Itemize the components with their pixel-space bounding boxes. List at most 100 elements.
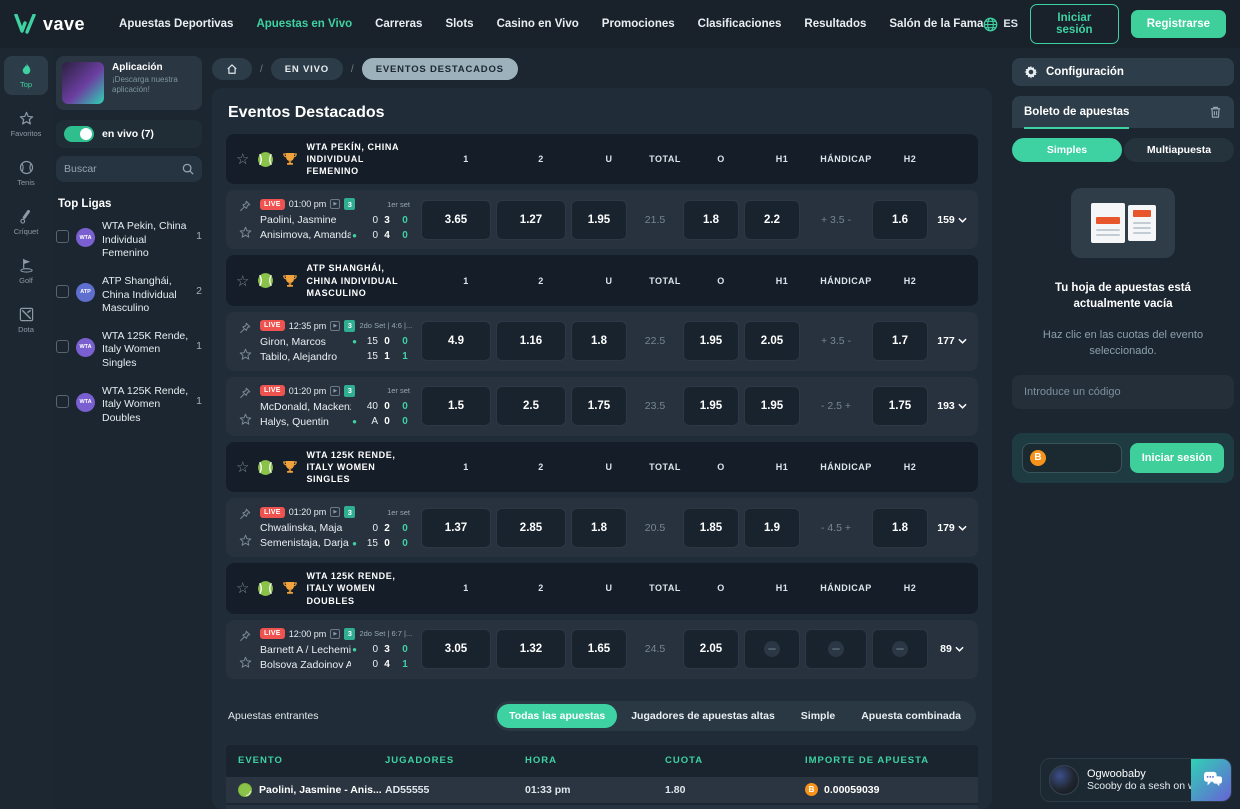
odds-h2[interactable]: 1.8 [872, 508, 928, 548]
league-checkbox[interactable] [56, 395, 69, 408]
pin-icon[interactable] [239, 200, 251, 212]
rail-item-tenis[interactable]: Tenis [4, 154, 48, 193]
breadcrumb-home[interactable] [212, 58, 252, 80]
stream-icon[interactable]: ▶ [330, 629, 340, 639]
nav-carreras[interactable]: Carreras [375, 18, 422, 30]
odds-2[interactable]: 2.85 [496, 508, 566, 548]
odds-1[interactable]: 1.37 [421, 508, 491, 548]
rail-item-favoritos[interactable]: Favoritos [4, 105, 48, 144]
odds-over[interactable]: 1.95 [683, 386, 739, 426]
odds-h1[interactable]: 1.95 [744, 386, 800, 426]
more-markets[interactable]: 89 [933, 643, 971, 655]
nav-salon-de-la-fama[interactable]: Salón de la Fama [889, 18, 983, 30]
stream-icon[interactable]: ▶ [330, 321, 340, 331]
odds-under[interactable]: 1.65 [571, 629, 627, 669]
league-checkbox[interactable] [56, 230, 69, 243]
nav-slots[interactable]: Slots [445, 18, 473, 30]
live-toggle[interactable] [64, 126, 94, 142]
nav-casino-en-vivo[interactable]: Casino en Vivo [497, 18, 579, 30]
favorite-star-icon[interactable]: ☆ [236, 579, 249, 597]
table-row[interactable]: Paolini, Jasmine - Anis... AD55555 01:33… [226, 777, 978, 805]
odds-under[interactable]: 1.75 [571, 386, 627, 426]
league-item[interactable]: WTA WTA 125K Rende, Italy Women Doubles … [56, 385, 202, 426]
bitcoin-code-input[interactable]: B [1022, 443, 1122, 473]
favorite-star-icon[interactable] [239, 656, 252, 669]
nav-resultados[interactable]: Resultados [804, 18, 866, 30]
vave-logo[interactable]: vave [14, 14, 85, 35]
odds-2[interactable]: 1.27 [496, 200, 566, 240]
pin-icon[interactable] [239, 508, 251, 520]
more-markets[interactable]: 177 [933, 335, 971, 347]
table-row[interactable]: Paolini, Jasmine - Anis... Gettingitdone… [226, 805, 978, 809]
nav-apuestas-deportivas[interactable]: Apuestas Deportivas [119, 18, 233, 30]
odds-1[interactable]: 1.5 [421, 386, 491, 426]
pin-icon[interactable] [239, 387, 251, 399]
slip-login-button[interactable]: Iniciar sesión [1130, 443, 1224, 473]
register-button[interactable]: Registrarse [1131, 10, 1226, 38]
odds-under[interactable]: 1.8 [571, 321, 627, 361]
nav-clasificaciones[interactable]: Clasificaciones [698, 18, 782, 30]
open-chat-button[interactable] [1191, 758, 1232, 802]
tab-multiapuesta[interactable]: Multiapuesta [1124, 138, 1234, 162]
app-download-banner[interactable]: Aplicación ¡Descarga nuestra aplicación! [56, 56, 202, 110]
promo-code-input[interactable] [1012, 375, 1234, 409]
settings-row[interactable]: Configuración [1012, 58, 1234, 86]
odds-h1[interactable]: 2.2 [744, 200, 800, 240]
odds-h1[interactable]: 1.9 [744, 508, 800, 548]
tab-simples[interactable]: Simples [1012, 138, 1122, 162]
rail-item-dota[interactable]: Dota [4, 301, 48, 340]
league-item[interactable]: WTA WTA Pekin, China Individual Femenino… [56, 220, 202, 261]
odds-1[interactable]: 4.9 [421, 321, 491, 361]
odds-h2[interactable]: 1.7 [872, 321, 928, 361]
nav-promociones[interactable]: Promociones [602, 18, 675, 30]
tab-simple[interactable]: Simple [789, 704, 847, 728]
favorite-star-icon[interactable]: ☆ [236, 272, 249, 290]
favorite-star-icon[interactable] [239, 413, 252, 426]
rail-item-golf[interactable]: Golf [4, 252, 48, 291]
stream-icon[interactable]: ▶ [330, 386, 340, 396]
rail-item-criquet[interactable]: Críquet [4, 203, 48, 242]
more-markets[interactable]: 159 [933, 214, 971, 226]
odds-under[interactable]: 1.95 [571, 200, 627, 240]
odds-over[interactable]: 1.8 [683, 200, 739, 240]
odds-over[interactable]: 1.95 [683, 321, 739, 361]
odds-h1[interactable]: 2.05 [744, 321, 800, 361]
odds-2[interactable]: 2.5 [496, 386, 566, 426]
favorite-star-icon[interactable] [239, 348, 252, 361]
odds-1[interactable]: 3.65 [421, 200, 491, 240]
favorite-star-icon[interactable]: ☆ [236, 458, 249, 476]
language-selector[interactable]: ES [983, 17, 1018, 32]
league-checkbox[interactable] [56, 340, 69, 353]
chat-widget[interactable]: Ogwoobaby Scooby do a sesh on wil... [1040, 758, 1232, 802]
pin-icon[interactable] [239, 322, 251, 334]
live-toggle-row[interactable]: en vivo (7) [56, 120, 202, 148]
favorite-star-icon[interactable] [239, 534, 252, 547]
pin-icon[interactable] [239, 630, 251, 642]
tab-apuesta-combinada[interactable]: Apuesta combinada [849, 704, 973, 728]
odds-over[interactable]: 1.85 [683, 508, 739, 548]
odds-2[interactable]: 1.32 [496, 629, 566, 669]
more-markets[interactable]: 193 [933, 400, 971, 412]
league-item[interactable]: WTA WTA 125K Rende, Italy Women Singles … [56, 330, 202, 371]
login-button[interactable]: Iniciar sesión [1030, 4, 1119, 44]
odds-1[interactable]: 3.05 [421, 629, 491, 669]
odds-2[interactable]: 1.16 [496, 321, 566, 361]
nav-apuestas-en-vivo[interactable]: Apuestas en Vivo [256, 18, 352, 30]
breadcrumb-en-vivo[interactable]: EN VIVO [271, 58, 343, 80]
stream-icon[interactable]: ▶ [330, 199, 340, 209]
trash-icon[interactable] [1209, 105, 1222, 119]
league-checkbox[interactable] [56, 285, 69, 298]
rail-item-top[interactable]: Top [4, 56, 48, 95]
league-item[interactable]: ATP ATP Shanghái, China Individual Mascu… [56, 275, 202, 316]
odds-over[interactable]: 2.05 [683, 629, 739, 669]
odds-under[interactable]: 1.8 [571, 508, 627, 548]
tab-todas-las-apuestas[interactable]: Todas las apuestas [497, 704, 617, 728]
favorite-star-icon[interactable] [239, 226, 252, 239]
favorite-star-icon[interactable]: ☆ [236, 150, 249, 168]
odds-h2[interactable]: 1.75 [872, 386, 928, 426]
stream-icon[interactable]: ▶ [330, 507, 340, 517]
search-input[interactable] [64, 163, 182, 175]
tab-apuestas-altas[interactable]: Jugadores de apuestas altas [619, 704, 787, 728]
more-markets[interactable]: 179 [933, 522, 971, 534]
odds-h2[interactable]: 1.6 [872, 200, 928, 240]
